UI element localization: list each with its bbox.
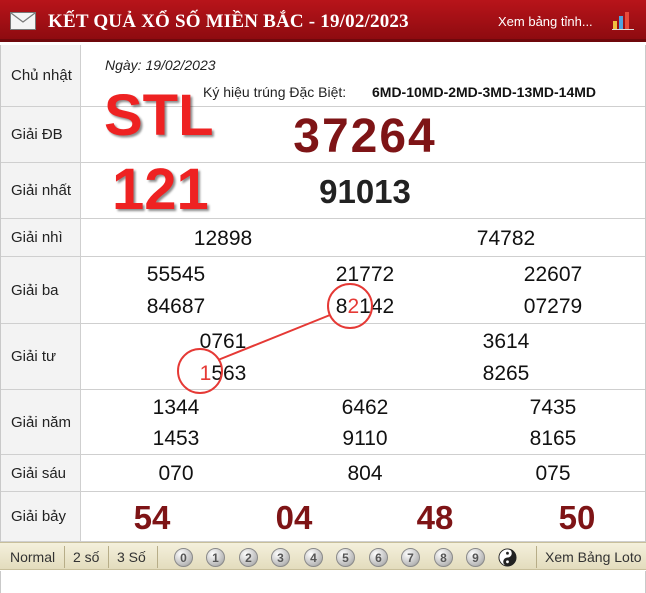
- prize-label-fourth: Giải tư: [1, 324, 81, 389]
- digit-ball-9[interactable]: 9: [466, 548, 485, 567]
- prize-number-special: 37264: [293, 110, 437, 163]
- prize-number: 070: [158, 462, 194, 485]
- two-digit-mode-button[interactable]: 2 số: [73, 549, 99, 565]
- prize-row-third: Giải ba 55545 21772 22607 84687 82142 07…: [1, 257, 645, 324]
- day-label: Chủ nhật: [1, 45, 81, 106]
- digit-part: 8: [335, 295, 348, 318]
- special-symbol-value: 6MD-10MD-2MD-3MD-13MD-14MD: [372, 84, 597, 100]
- prize-number: 075: [535, 462, 571, 485]
- prize-number: 74782: [476, 227, 536, 250]
- separator: [157, 546, 158, 568]
- prize-label-third: Giải ba: [1, 257, 81, 323]
- result-table: Chủ nhật Ngày: 19/02/2023 Ký hiệu trúng …: [0, 45, 646, 542]
- special-symbol-label: Ký hiệu trúng Đặc Biệt:: [203, 84, 347, 100]
- footer-toolbar: Normal 2 số 3 Số 0 1 2 3 4 5 6 7 8 9 Xem…: [0, 542, 646, 570]
- digit-ball-3[interactable]: 3: [271, 548, 290, 567]
- prize-number: 8165: [529, 427, 577, 450]
- view-province-table-link[interactable]: Xem bảng tỉnh...: [498, 14, 593, 29]
- page-title: KẾT QUẢ XỔ SỐ MIỀN BẮC - 19/02/2023: [48, 11, 409, 32]
- highlighted-digit: 2: [347, 295, 360, 318]
- separator: [536, 546, 537, 568]
- prize-number: 55545: [146, 263, 206, 286]
- prize-row-second: Giải nhì 12898 74782: [1, 219, 645, 257]
- prize-number: 804: [347, 462, 383, 485]
- highlighted-digit: 1: [199, 362, 212, 385]
- prize-number-first: 91013: [319, 173, 411, 210]
- digit-ball-2[interactable]: 2: [239, 548, 258, 567]
- prize-number: 21772: [335, 263, 395, 286]
- number-annotation: 121: [112, 157, 209, 222]
- prize-row-sixth: Giải sáu 070 804 075: [1, 455, 645, 492]
- prize-label-second: Giải nhì: [1, 219, 81, 256]
- prize-row-special: Giải ĐB 37264: [1, 107, 645, 163]
- digit-ball-7[interactable]: 7: [401, 548, 420, 567]
- prize-number: 50: [558, 499, 596, 536]
- three-digit-mode-button[interactable]: 3 Số: [117, 549, 146, 565]
- yin-yang-icon[interactable]: [498, 548, 517, 567]
- view-loto-table-link[interactable]: Xem Bảng Loto: [545, 549, 642, 565]
- prize-number: 84687: [146, 295, 206, 318]
- info-row: Chủ nhật Ngày: 19/02/2023 Ký hiệu trúng …: [1, 45, 645, 107]
- separator: [64, 546, 65, 568]
- prize-number: 04: [275, 499, 313, 536]
- bottom-strip: [0, 571, 646, 593]
- prize-label-special: Giải ĐB: [1, 107, 81, 162]
- bar-chart-icon[interactable]: [612, 10, 634, 30]
- prize-label-sixth: Giải sáu: [1, 455, 81, 491]
- prize-number: 6462: [341, 396, 389, 419]
- prize-number: 8265: [482, 362, 530, 385]
- prize-number: 12898: [193, 227, 253, 250]
- digit-ball-6[interactable]: 6: [369, 548, 388, 567]
- prize-label-seventh: Giải bảy: [1, 492, 81, 541]
- prize-number: 0761: [199, 330, 247, 353]
- prize-number: 1344: [152, 396, 200, 419]
- normal-mode-button[interactable]: Normal: [10, 549, 55, 565]
- digit-part: 142: [359, 295, 395, 318]
- prize-number: 9110: [342, 427, 388, 450]
- stl-annotation: STL: [104, 83, 214, 148]
- prize-number: 07279: [523, 295, 583, 318]
- prize-number: 3614: [482, 330, 530, 353]
- mail-icon: [10, 12, 36, 30]
- prize-label-first: Giải nhất: [1, 163, 81, 218]
- digit-ball-1[interactable]: 1: [206, 548, 225, 567]
- digit-part: 563: [211, 362, 247, 385]
- digit-ball-5[interactable]: 5: [336, 548, 355, 567]
- separator: [108, 546, 109, 568]
- prize-row-fifth: Giải năm 1344 6462 7435 1453 9110 8165: [1, 390, 645, 455]
- header-bar: KẾT QUẢ XỔ SỐ MIỀN BẮC - 19/02/2023 Xem …: [0, 0, 646, 42]
- digit-ball-0[interactable]: 0: [174, 548, 193, 567]
- prize-number: 54: [133, 499, 171, 536]
- prize-number: 7435: [529, 396, 577, 419]
- prize-number: 48: [416, 499, 454, 536]
- prize-row-seventh: Giải bảy 54 04 48 50: [1, 492, 645, 542]
- prize-row-fourth: Giải tư 0761 3614 1563 8265: [1, 324, 645, 390]
- digit-ball-4[interactable]: 4: [304, 548, 323, 567]
- prize-number: 22607: [523, 263, 583, 286]
- prize-number: 1453: [152, 427, 200, 450]
- draw-date: Ngày: 19/02/2023: [105, 57, 216, 73]
- prize-number-highlighted: 1563: [200, 363, 247, 384]
- prize-row-first: Giải nhất 91013: [1, 163, 645, 219]
- prize-number-highlighted: 82142: [336, 296, 394, 317]
- prize-label-fifth: Giải năm: [1, 390, 81, 454]
- digit-ball-8[interactable]: 8: [434, 548, 453, 567]
